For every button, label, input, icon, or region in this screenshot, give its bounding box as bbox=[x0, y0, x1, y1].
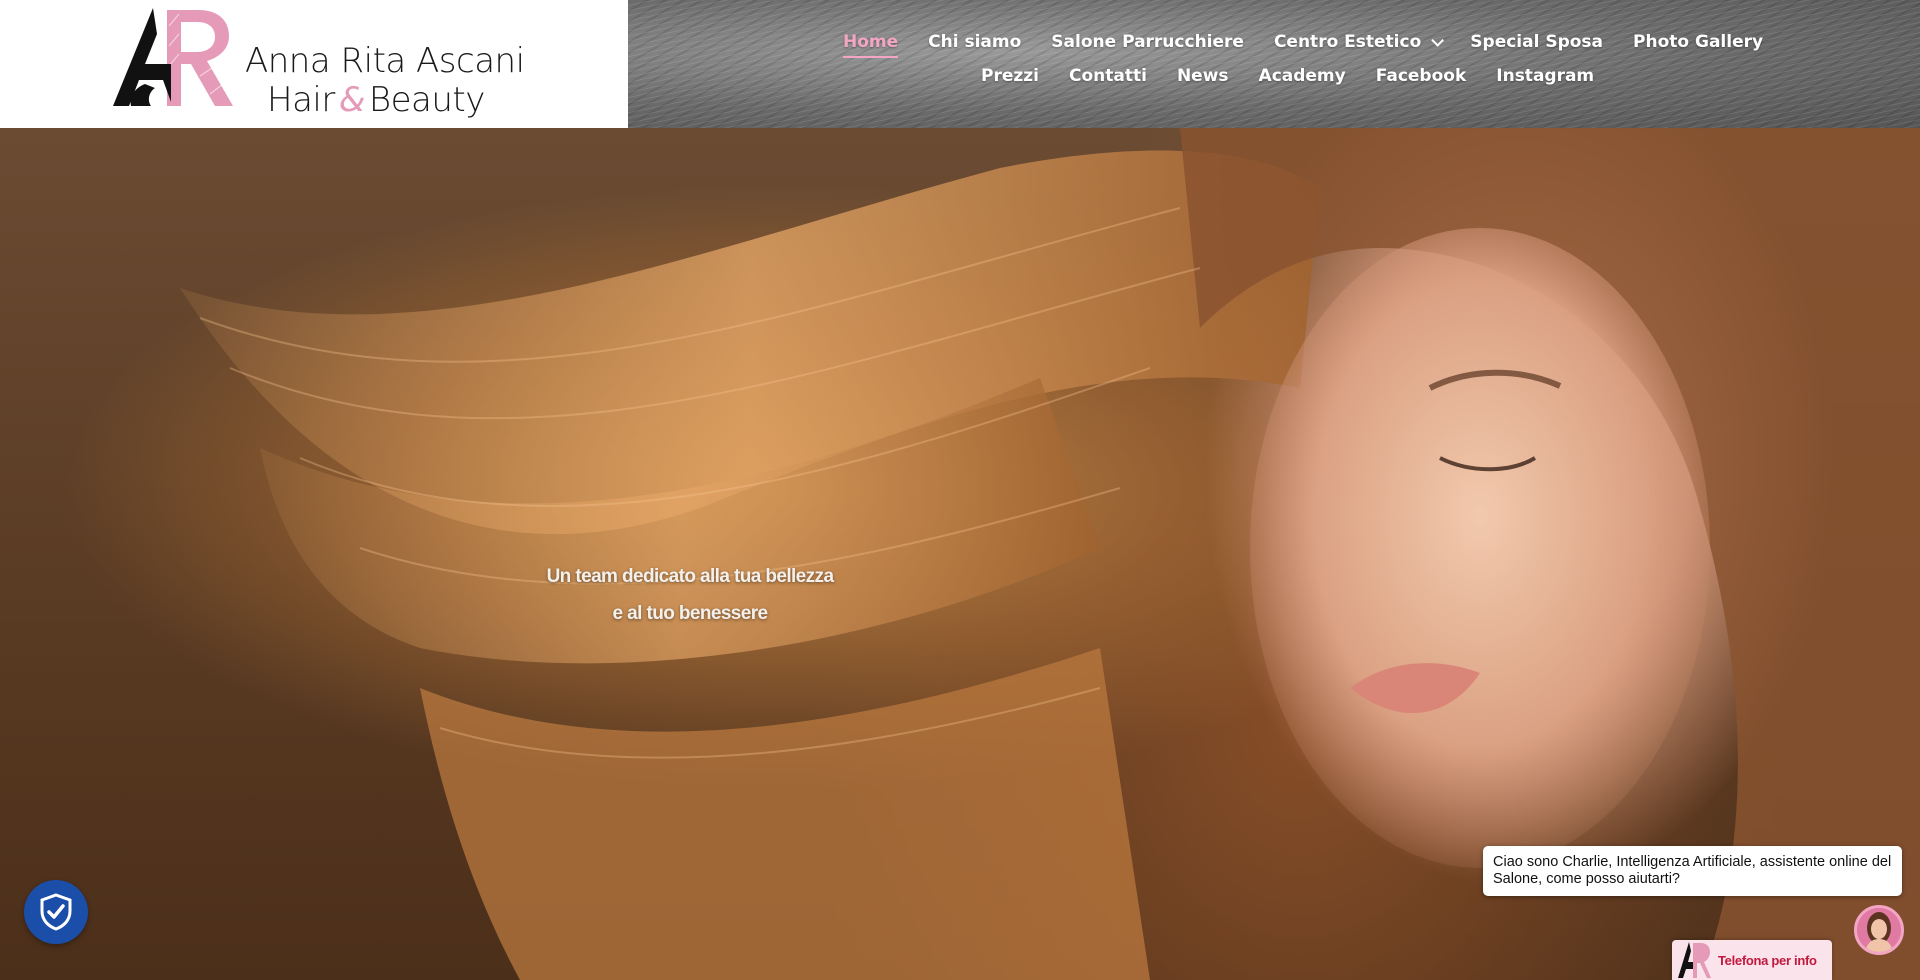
nav-item-news[interactable]: News bbox=[1177, 66, 1229, 92]
hero-tagline: Un team dedicato alla tua bellezza e al … bbox=[540, 558, 840, 632]
nav-item-centro-estetico-label: Centro Estetico bbox=[1273, 32, 1422, 52]
hero-tagline-line1: Un team dedicato alla tua bellezza bbox=[546, 566, 834, 587]
hero-tagline-line2: e al tuo benessere bbox=[612, 603, 769, 624]
nav-item-contatti[interactable]: Contatti bbox=[1069, 66, 1147, 92]
logo-subtitle: Hair & Beauty bbox=[245, 81, 525, 120]
chat-open-button[interactable] bbox=[1854, 905, 1904, 955]
chat-message-bubble[interactable]: Ciao sono Charlie, Intelligenza Artifici… bbox=[1483, 846, 1902, 896]
logo-text: Anna Rita Ascani Hair & Beauty bbox=[245, 42, 525, 120]
privacy-settings-button[interactable] bbox=[24, 880, 88, 944]
nav-item-chi-siamo[interactable]: Chi siamo bbox=[928, 32, 1021, 58]
nav-item-prezzi[interactable]: Prezzi bbox=[981, 66, 1039, 92]
nav-item-photo-gallery[interactable]: Photo Gallery bbox=[1633, 32, 1763, 58]
logo-beauty: Beauty bbox=[368, 80, 486, 120]
nav-item-academy[interactable]: Academy bbox=[1259, 66, 1346, 92]
logo-monogram-icon bbox=[113, 8, 233, 106]
nav-row-secondary: Prezzi Contatti News Academy Facebook In… bbox=[981, 66, 1594, 92]
nav-item-instagram[interactable]: Instagram bbox=[1496, 66, 1594, 92]
logo-monogram-icon bbox=[1678, 942, 1711, 978]
chevron-down-icon bbox=[1431, 33, 1445, 47]
nav-item-salone-parrucchiere[interactable]: Salone Parrucchiere bbox=[1051, 32, 1244, 58]
main-nav: Home Chi siamo Salone Parrucchiere Centr… bbox=[628, 0, 1920, 128]
nav-item-home[interactable]: Home bbox=[843, 32, 899, 58]
logo-hair: Hair bbox=[267, 80, 335, 120]
call-for-info-button[interactable]: Telefona per info bbox=[1672, 940, 1832, 980]
logo-name: Anna Rita Ascani bbox=[245, 41, 525, 81]
site-header: Anna Rita Ascani Hair & Beauty Home Chi si… bbox=[0, 0, 1920, 128]
shield-check-icon bbox=[40, 893, 72, 931]
logo[interactable]: Anna Rita Ascani Hair & Beauty bbox=[0, 0, 628, 128]
chat-message-text: Ciao sono Charlie, Intelligenza Artifici… bbox=[1493, 854, 1892, 887]
nav-item-centro-estetico[interactable]: Centro Estetico bbox=[1273, 32, 1445, 58]
nav-item-facebook[interactable]: Facebook bbox=[1376, 66, 1467, 92]
nav-row-primary: Home Chi siamo Salone Parrucchiere Centr… bbox=[843, 32, 1763, 58]
assistant-avatar-icon bbox=[1857, 908, 1901, 952]
logo-ampersand: & bbox=[338, 80, 366, 120]
call-for-info-label: Telefona per info bbox=[1718, 952, 1817, 968]
nav-item-special-sposa[interactable]: Special Sposa bbox=[1470, 32, 1603, 58]
